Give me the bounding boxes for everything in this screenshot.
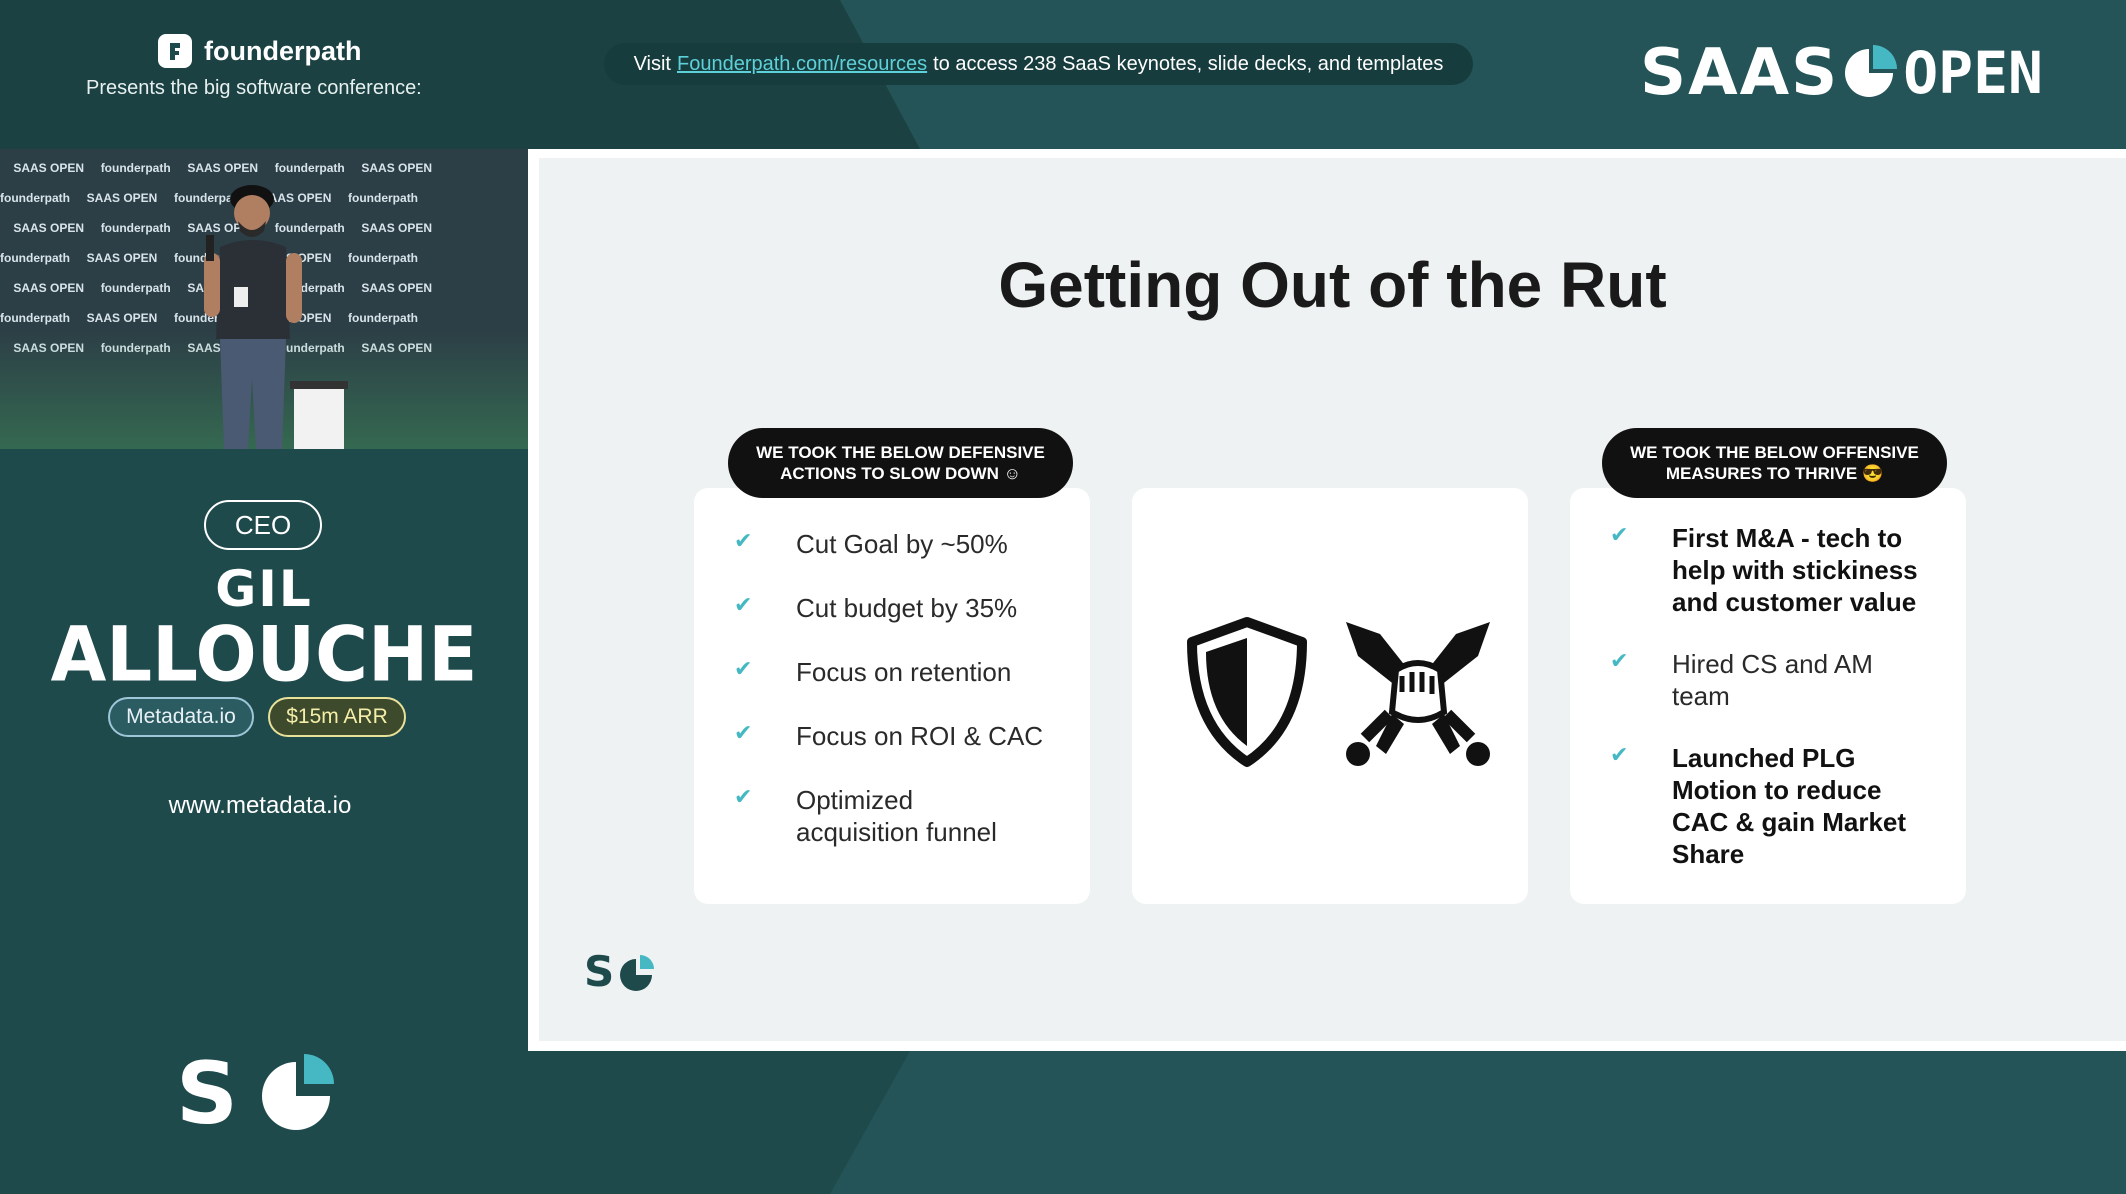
defensive-item: Optimized acquisition funnel — [796, 785, 997, 847]
logo-word-open: OPEN — [1903, 39, 2043, 107]
icons-card — [1132, 488, 1528, 904]
defensive-item: Focus on ROI & CAC — [796, 721, 1044, 751]
offensive-item: First M&A - tech to help with stickiness… — [1672, 523, 1918, 617]
defensive-item: Cut budget by 35% — [796, 593, 1018, 623]
slide-title: Getting Out of the Rut — [998, 249, 1667, 321]
speaker-video-feed: SAAS OPEN founderpath SAAS OPEN founderp… — [0, 149, 528, 449]
check-icon: ✔ — [734, 528, 753, 553]
speaker-website[interactable]: www.metadata.io — [0, 792, 520, 820]
check-icon: ✔ — [734, 656, 753, 681]
so-logo-letter: S — [176, 1044, 238, 1144]
company-badge: Metadata.io — [108, 697, 254, 737]
arr-badge: $15m ARR — [268, 697, 406, 737]
saas-open-logo: SAAS OPEN — [1640, 36, 2043, 110]
so-pie-icon — [262, 1054, 334, 1130]
slide-so-logo: S — [584, 947, 654, 996]
offensive-item: Launched PLG Motion to reduce CAC & gain… — [1672, 743, 1907, 869]
founderpath-logo: founderpath — [158, 34, 361, 68]
resources-banner: Visit Founderpath.com/resources to acces… — [604, 43, 1473, 85]
slide-pie-icon — [620, 955, 654, 991]
slide-logo-letter: S — [584, 947, 615, 996]
speaker-last-name: ALLOUCHE — [50, 609, 478, 699]
check-icon: ✔ — [734, 720, 753, 745]
presentation-slide: Getting Out of the Rut ✔ Cut Goal by ~50… — [528, 149, 2126, 1051]
defensive-header-pill: WE TOOK THE BELOW DEFENSIVE ACTIONS TO S… — [728, 428, 1073, 498]
podium-stand — [290, 381, 348, 449]
founderpath-mark-icon — [158, 34, 192, 68]
offensive-item: Hired CS and AM team — [1672, 649, 1873, 711]
offensive-measures-card: ✔ First M&A - tech to help with stickine… — [1570, 488, 1966, 904]
check-icon: ✔ — [1610, 742, 1629, 767]
check-icon: ✔ — [734, 592, 753, 617]
resources-link[interactable]: Founderpath.com/resources — [677, 53, 927, 76]
slide-canvas: Getting Out of the Rut ✔ Cut Goal by ~50… — [539, 158, 2126, 1041]
banner-prefix: Visit — [633, 52, 671, 75]
defensive-item: Focus on retention — [796, 657, 1012, 687]
so-logo: S — [176, 1044, 346, 1144]
check-icon: ✔ — [1610, 522, 1629, 547]
check-icon: ✔ — [734, 784, 753, 809]
pie-logo-icon — [1845, 45, 1898, 97]
banner-suffix: to access 238 SaaS keynotes, slide decks… — [933, 52, 1444, 75]
shield-icon — [1187, 617, 1307, 767]
check-icon: ✔ — [1610, 648, 1629, 673]
crossed-swords-fist-icon — [1346, 622, 1490, 766]
role-badge: CEO — [204, 500, 322, 550]
founderpath-name: founderpath — [204, 35, 362, 66]
logo-word-saas: SAAS — [1640, 36, 1840, 110]
brand-subtitle: Presents the big software conference: — [86, 77, 422, 99]
defensive-actions-card: ✔ Cut Goal by ~50% ✔ Cut budget by 35% ✔… — [694, 488, 1090, 904]
defensive-item: Cut Goal by ~50% — [796, 529, 1008, 559]
offensive-header-pill: WE TOOK THE BELOW OFFENSIVE MEASURES TO … — [1602, 428, 1947, 498]
